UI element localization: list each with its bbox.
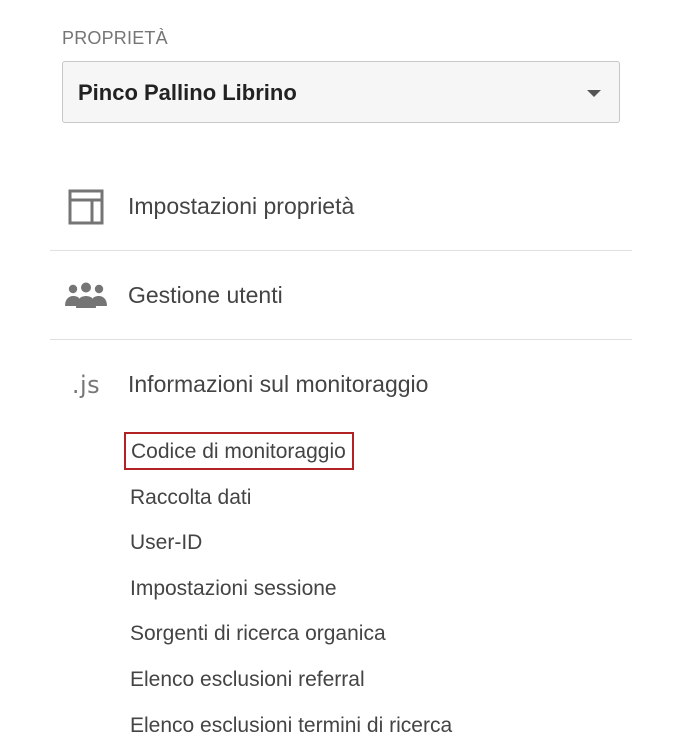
submenu-item-organic-search-sources[interactable]: Sorgenti di ricerca organica [124, 611, 452, 657]
users-group-icon [64, 251, 108, 340]
submenu-item-tracking-code[interactable]: Codice di monitoraggio [124, 429, 452, 475]
submenu-item-label: Elenco esclusioni referral [130, 667, 365, 691]
nav-item-tracking-info[interactable]: .js Informazioni sul monitoraggio [50, 340, 632, 429]
submenu-item-label: Raccolta dati [130, 485, 252, 509]
submenu-item-session-settings[interactable]: Impostazioni sessione [124, 566, 452, 612]
nav-item-label: Informazioni sul monitoraggio [128, 371, 429, 397]
chevron-down-icon [587, 90, 601, 97]
layout-panel-icon [64, 162, 108, 251]
property-section-label: PROPRIETÀ [62, 28, 168, 48]
nav-item-user-management[interactable]: Gestione utenti [50, 251, 632, 340]
js-icon: .js [64, 340, 108, 429]
tracking-submenu: Codice di monitoraggio Raccolta dati Use… [124, 429, 452, 748]
property-dropdown-value: Pinco Pallino Librino [78, 80, 297, 105]
submenu-item-label: Codice di monitoraggio [124, 432, 354, 470]
nav-item-property-settings[interactable]: Impostazioni proprietà [50, 162, 632, 251]
submenu-item-referral-exclusion-list[interactable]: Elenco esclusioni referral [124, 657, 452, 703]
submenu-item-search-term-exclusion-list[interactable]: Elenco esclusioni termini di ricerca [124, 703, 452, 749]
nav-item-label: Impostazioni proprietà [128, 193, 355, 219]
js-icon-text: .js [71, 370, 101, 399]
nav-item-label: Gestione utenti [128, 282, 283, 308]
submenu-item-label: User-ID [130, 531, 203, 555]
submenu-item-user-id[interactable]: User-ID [124, 520, 452, 566]
submenu-item-label: Sorgenti di ricerca organica [130, 622, 386, 646]
submenu-item-data-collection[interactable]: Raccolta dati [124, 475, 452, 521]
submenu-item-label: Impostazioni sessione [130, 576, 337, 600]
property-dropdown[interactable]: Pinco Pallino Librino [62, 61, 620, 123]
submenu-item-label: Elenco esclusioni termini di ricerca [130, 713, 453, 737]
